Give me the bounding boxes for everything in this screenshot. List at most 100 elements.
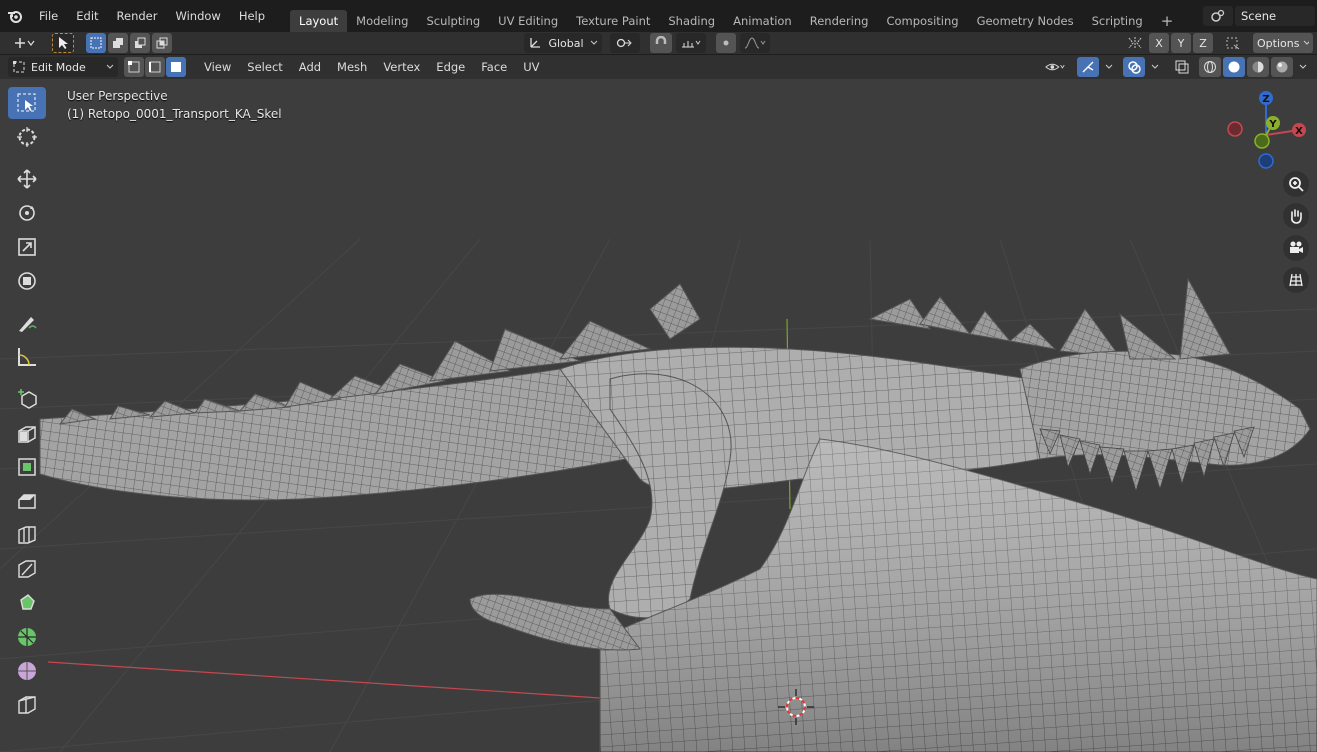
menu-face[interactable]: Face <box>473 57 515 77</box>
tab-texture-paint[interactable]: Texture Paint <box>567 10 659 32</box>
gizmo-neg-z-handle <box>1258 153 1274 169</box>
shading-rendered[interactable] <box>1271 57 1293 77</box>
menu-edit[interactable]: Edit <box>67 6 107 26</box>
menu-edge[interactable]: Edge <box>428 57 473 77</box>
menu-add[interactable]: Add <box>291 57 329 77</box>
loop-cut-tool[interactable] <box>8 519 46 551</box>
shading-solid[interactable] <box>1223 57 1245 77</box>
shading-material[interactable] <box>1247 57 1269 77</box>
select-new-button[interactable] <box>86 33 106 53</box>
menu-help[interactable]: Help <box>230 6 274 26</box>
pan-button[interactable] <box>1283 203 1309 229</box>
inset-tool[interactable] <box>8 451 46 483</box>
navigation-gizmo[interactable]: Z X Y <box>1221 85 1311 175</box>
tab-shading[interactable]: Shading <box>659 10 724 32</box>
measure-tool[interactable] <box>8 341 46 373</box>
blender-logo-icon[interactable] <box>0 8 30 24</box>
options-dropdown[interactable]: Options <box>1253 33 1313 53</box>
face-select-button[interactable] <box>166 57 186 77</box>
edge-select-icon <box>149 61 161 73</box>
tool-spacer <box>8 375 48 381</box>
rotate-icon <box>19 205 35 221</box>
tab-compositing[interactable]: Compositing <box>877 10 967 32</box>
vertex-select-button[interactable] <box>124 57 144 77</box>
snap-toggle[interactable] <box>650 33 672 53</box>
tab-sculpting[interactable]: Sculpting <box>417 10 489 32</box>
add-workspace-button[interactable]: + <box>1152 10 1183 32</box>
edge-select-button[interactable] <box>145 57 165 77</box>
select-intersect-button[interactable] <box>152 33 172 53</box>
scale-tool[interactable] <box>8 231 46 263</box>
svg-text:Z: Z <box>1262 94 1269 105</box>
menu-vertex[interactable]: Vertex <box>375 57 428 77</box>
menu-mesh[interactable]: Mesh <box>329 57 375 77</box>
menu-window[interactable]: Window <box>166 6 229 26</box>
gizmo-dropdown[interactable] <box>1101 57 1117 77</box>
active-object-label: (1) Retopo_0001_Transport_KA_Skel <box>67 107 282 121</box>
menu-view[interactable]: View <box>196 57 239 77</box>
poly-build-tool[interactable] <box>8 587 46 619</box>
spin-tool[interactable] <box>8 621 46 653</box>
add-cube-tool[interactable] <box>8 383 46 415</box>
select-subtract-button[interactable] <box>130 33 150 53</box>
pivot-point-dropdown[interactable] <box>610 33 640 53</box>
mirror-x-toggle[interactable]: X <box>1149 33 1169 53</box>
proportional-edit-icon <box>723 40 729 46</box>
rendered-sphere-icon <box>1276 61 1288 73</box>
falloff-dropdown[interactable] <box>740 33 770 53</box>
overlays-dropdown[interactable] <box>1147 57 1163 77</box>
smooth-tool[interactable] <box>8 655 46 687</box>
select-box-tool[interactable] <box>8 87 46 119</box>
tab-animation[interactable]: Animation <box>724 10 801 32</box>
menu-file[interactable]: File <box>30 6 67 26</box>
menu-uv[interactable]: UV <box>515 57 547 77</box>
mirror-z-toggle[interactable]: Z <box>1193 33 1213 53</box>
camera-view-button[interactable] <box>1283 235 1309 261</box>
mode-dropdown[interactable]: Edit Mode <box>8 57 118 77</box>
select-extend-button[interactable] <box>108 33 128 53</box>
gizmo-toggle[interactable] <box>1077 57 1099 77</box>
wireframe-sphere-icon <box>1204 61 1216 73</box>
knife-tool[interactable] <box>8 553 46 585</box>
menu-render[interactable]: Render <box>108 6 167 26</box>
tab-geometry-nodes[interactable]: Geometry Nodes <box>968 10 1083 32</box>
select-tool-button[interactable] <box>52 33 74 53</box>
tab-rendering[interactable]: Rendering <box>801 10 878 32</box>
tab-uv-editing[interactable]: UV Editing <box>489 10 567 32</box>
mirror-y-toggle[interactable]: Y <box>1171 33 1191 53</box>
pointer-icon <box>59 37 68 49</box>
dragon-arm <box>607 373 732 619</box>
orientation-dropdown[interactable]: Global <box>524 33 602 53</box>
xray-toggle[interactable] <box>1171 57 1193 77</box>
shading-dropdown[interactable] <box>1295 57 1311 77</box>
mirror-icon[interactable] <box>1123 33 1147 53</box>
shading-wireframe[interactable] <box>1199 57 1221 77</box>
tab-layout[interactable]: Layout <box>290 10 348 32</box>
menu-select[interactable]: Select <box>239 57 290 77</box>
scene-name-field[interactable]: Scene <box>1235 6 1315 26</box>
scene-browse-button[interactable] <box>1203 6 1233 26</box>
tab-scripting[interactable]: Scripting <box>1083 10 1152 32</box>
3d-viewport[interactable]: User Perspective (1) Retopo_0001_Transpo… <box>0 79 1317 752</box>
snap-increment-icon <box>682 40 701 48</box>
visibility-dropdown[interactable] <box>1041 57 1071 77</box>
transform-pivot-dropdown[interactable] <box>8 33 40 53</box>
rotate-tool[interactable] <box>8 197 46 229</box>
overlays-toggle[interactable] <box>1123 57 1145 77</box>
edge-slide-tool[interactable] <box>8 689 46 721</box>
move-tool[interactable] <box>8 163 46 195</box>
gizmo-neg-x-handle <box>1227 121 1243 137</box>
tool-spacer <box>8 155 48 161</box>
tab-modeling[interactable]: Modeling <box>347 10 417 32</box>
bevel-tool[interactable] <box>8 485 46 517</box>
transform-tool[interactable] <box>8 265 46 297</box>
snap-options-icon[interactable] <box>1221 33 1245 53</box>
zoom-button[interactable] <box>1283 171 1309 197</box>
ortho-toggle-button[interactable] <box>1283 267 1309 293</box>
snap-target-dropdown[interactable] <box>676 33 706 53</box>
viewport-header: Edit Mode View Select Add Mesh Vertex Ed… <box>0 55 1317 79</box>
annotate-tool[interactable] <box>8 307 46 339</box>
cursor-tool[interactable] <box>8 121 46 153</box>
proportional-edit-toggle[interactable] <box>716 33 736 53</box>
extrude-tool[interactable] <box>8 417 46 449</box>
